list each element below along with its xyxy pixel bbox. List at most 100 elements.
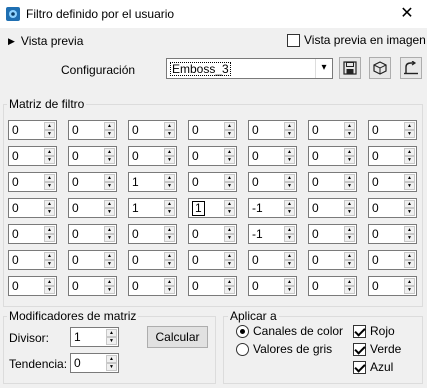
matrix-cell-stepper[interactable]: ▲ ▼ <box>404 122 415 138</box>
matrix-cell-input[interactable]: 0 ▲ ▼ <box>308 198 357 218</box>
mode-color-channels[interactable]: Canales de color <box>236 324 343 338</box>
matrix-cell-input[interactable]: 0 ▲ ▼ <box>8 120 57 140</box>
channel-blue[interactable]: Azul <box>353 360 393 374</box>
config-select[interactable]: Emboss_3 ▾ <box>166 58 333 79</box>
matrix-cell-input[interactable]: 0 ▲ ▼ <box>368 276 417 296</box>
matrix-cell-input[interactable]: 0 ▲ ▼ <box>188 146 237 166</box>
matrix-cell-stepper[interactable]: ▲ ▼ <box>344 252 355 268</box>
channel-red-checkbox[interactable] <box>353 324 366 338</box>
matrix-cell-stepper[interactable]: ▲ ▼ <box>404 174 415 190</box>
matrix-cell-input[interactable]: 0 ▲ ▼ <box>68 120 117 140</box>
matrix-cell-stepper[interactable]: ▲ ▼ <box>164 278 175 294</box>
matrix-cell-input[interactable]: 1 ▲ ▼ <box>128 172 177 192</box>
matrix-cell-stepper[interactable]: ▲ ▼ <box>224 122 235 138</box>
matrix-cell-stepper[interactable]: ▲ ▼ <box>104 122 115 138</box>
preview-toggle[interactable]: ▶ Vista previa <box>8 34 83 48</box>
matrix-cell-input[interactable]: 0 ▲ ▼ <box>308 146 357 166</box>
channel-green-checkbox[interactable] <box>353 342 366 356</box>
matrix-cell-stepper[interactable]: ▲ ▼ <box>404 226 415 242</box>
matrix-cell-stepper[interactable]: ▲ ▼ <box>44 122 55 138</box>
channel-red[interactable]: Rojo <box>353 324 395 338</box>
matrix-cell-input[interactable]: 0 ▲ ▼ <box>128 276 177 296</box>
matrix-cell-input[interactable]: 1 ▲ ▼ <box>188 198 237 218</box>
matrix-cell-stepper[interactable]: ▲ ▼ <box>284 226 295 242</box>
matrix-cell-stepper[interactable]: ▲ ▼ <box>104 148 115 164</box>
mode-color-radio[interactable] <box>236 324 249 338</box>
matrix-cell-input[interactable]: 0 ▲ ▼ <box>128 146 177 166</box>
matrix-cell-stepper[interactable]: ▲ ▼ <box>344 122 355 138</box>
restore-preset-button[interactable] <box>400 57 422 79</box>
matrix-cell-stepper[interactable]: ▲ ▼ <box>284 278 295 294</box>
matrix-cell-input[interactable]: 0 ▲ ▼ <box>188 120 237 140</box>
matrix-cell-input[interactable]: 0 ▲ ▼ <box>368 224 417 244</box>
tendencia-input[interactable]: 0 ▲ ▼ <box>70 353 119 373</box>
matrix-cell-input[interactable]: 0 ▲ ▼ <box>188 250 237 270</box>
channel-blue-checkbox[interactable] <box>353 360 366 374</box>
matrix-cell-input[interactable]: 0 ▲ ▼ <box>8 146 57 166</box>
matrix-cell-stepper[interactable]: ▲ ▼ <box>164 252 175 268</box>
matrix-cell-input[interactable]: 0 ▲ ▼ <box>308 224 357 244</box>
save-preset-button[interactable] <box>339 57 361 79</box>
matrix-cell-stepper[interactable]: ▲ ▼ <box>224 200 235 216</box>
matrix-cell-input[interactable]: 0 ▲ ▼ <box>8 172 57 192</box>
matrix-cell-input[interactable]: 0 ▲ ▼ <box>8 198 57 218</box>
matrix-cell-stepper[interactable]: ▲ ▼ <box>164 122 175 138</box>
matrix-cell-stepper[interactable]: ▲ ▼ <box>284 148 295 164</box>
image-preview-checkbox[interactable]: Vista previa en imagen <box>287 33 426 47</box>
matrix-cell-stepper[interactable]: ▲ ▼ <box>104 174 115 190</box>
divisor-input[interactable]: 1 ▲ ▼ <box>70 327 119 347</box>
reset-preset-button[interactable] <box>369 57 391 79</box>
tendencia-stepper[interactable]: ▲ ▼ <box>106 355 117 371</box>
matrix-cell-input[interactable]: 0 ▲ ▼ <box>128 120 177 140</box>
matrix-cell-stepper[interactable]: ▲ ▼ <box>344 174 355 190</box>
matrix-cell-input[interactable]: 0 ▲ ▼ <box>308 250 357 270</box>
matrix-cell-stepper[interactable]: ▲ ▼ <box>344 278 355 294</box>
matrix-cell-input[interactable]: 0 ▲ ▼ <box>248 120 297 140</box>
matrix-cell-input[interactable]: 0 ▲ ▼ <box>188 172 237 192</box>
matrix-cell-input[interactable]: 0 ▲ ▼ <box>368 250 417 270</box>
matrix-cell-stepper[interactable]: ▲ ▼ <box>284 174 295 190</box>
matrix-cell-input[interactable]: 1 ▲ ▼ <box>128 198 177 218</box>
calculate-button[interactable]: Calcular <box>147 326 208 348</box>
mode-gray-values[interactable]: Valores de gris <box>236 342 332 356</box>
matrix-cell-stepper[interactable]: ▲ ▼ <box>44 148 55 164</box>
matrix-cell-stepper[interactable]: ▲ ▼ <box>164 148 175 164</box>
channel-green[interactable]: Verde <box>353 342 401 356</box>
mode-gray-radio[interactable] <box>236 342 249 356</box>
close-button[interactable]: ✕ <box>387 0 427 28</box>
matrix-cell-input[interactable]: 0 ▲ ▼ <box>248 172 297 192</box>
matrix-cell-input[interactable]: 0 ▲ ▼ <box>128 250 177 270</box>
matrix-cell-input[interactable]: 0 ▲ ▼ <box>368 198 417 218</box>
matrix-cell-input[interactable]: 0 ▲ ▼ <box>68 172 117 192</box>
matrix-cell-input[interactable]: -1 ▲ ▼ <box>248 198 297 218</box>
matrix-cell-input[interactable]: 0 ▲ ▼ <box>368 172 417 192</box>
matrix-cell-input[interactable]: 0 ▲ ▼ <box>8 276 57 296</box>
matrix-cell-stepper[interactable]: ▲ ▼ <box>404 252 415 268</box>
chevron-down-icon[interactable]: ▾ <box>315 59 332 78</box>
matrix-cell-stepper[interactable]: ▲ ▼ <box>344 148 355 164</box>
divisor-stepper[interactable]: ▲ ▼ <box>106 329 117 345</box>
matrix-cell-stepper[interactable]: ▲ ▼ <box>44 200 55 216</box>
matrix-cell-input[interactable]: 0 ▲ ▼ <box>68 250 117 270</box>
matrix-cell-input[interactable]: 0 ▲ ▼ <box>308 120 357 140</box>
matrix-cell-input[interactable]: 0 ▲ ▼ <box>308 172 357 192</box>
matrix-cell-input[interactable]: 0 ▲ ▼ <box>68 224 117 244</box>
matrix-cell-input[interactable]: 0 ▲ ▼ <box>68 276 117 296</box>
matrix-cell-stepper[interactable]: ▲ ▼ <box>104 278 115 294</box>
matrix-cell-stepper[interactable]: ▲ ▼ <box>104 200 115 216</box>
matrix-cell-stepper[interactable]: ▲ ▼ <box>224 174 235 190</box>
matrix-cell-stepper[interactable]: ▲ ▼ <box>404 278 415 294</box>
matrix-cell-stepper[interactable]: ▲ ▼ <box>44 226 55 242</box>
matrix-cell-input[interactable]: 0 ▲ ▼ <box>368 146 417 166</box>
matrix-cell-input[interactable]: 0 ▲ ▼ <box>248 276 297 296</box>
matrix-cell-stepper[interactable]: ▲ ▼ <box>344 200 355 216</box>
matrix-cell-stepper[interactable]: ▲ ▼ <box>224 278 235 294</box>
matrix-cell-stepper[interactable]: ▲ ▼ <box>224 226 235 242</box>
matrix-cell-stepper[interactable]: ▲ ▼ <box>104 252 115 268</box>
matrix-cell-input[interactable]: 0 ▲ ▼ <box>368 120 417 140</box>
matrix-cell-stepper[interactable]: ▲ ▼ <box>224 252 235 268</box>
matrix-cell-stepper[interactable]: ▲ ▼ <box>164 200 175 216</box>
matrix-cell-stepper[interactable]: ▲ ▼ <box>404 148 415 164</box>
matrix-cell-input[interactable]: 0 ▲ ▼ <box>128 224 177 244</box>
matrix-cell-stepper[interactable]: ▲ ▼ <box>44 174 55 190</box>
